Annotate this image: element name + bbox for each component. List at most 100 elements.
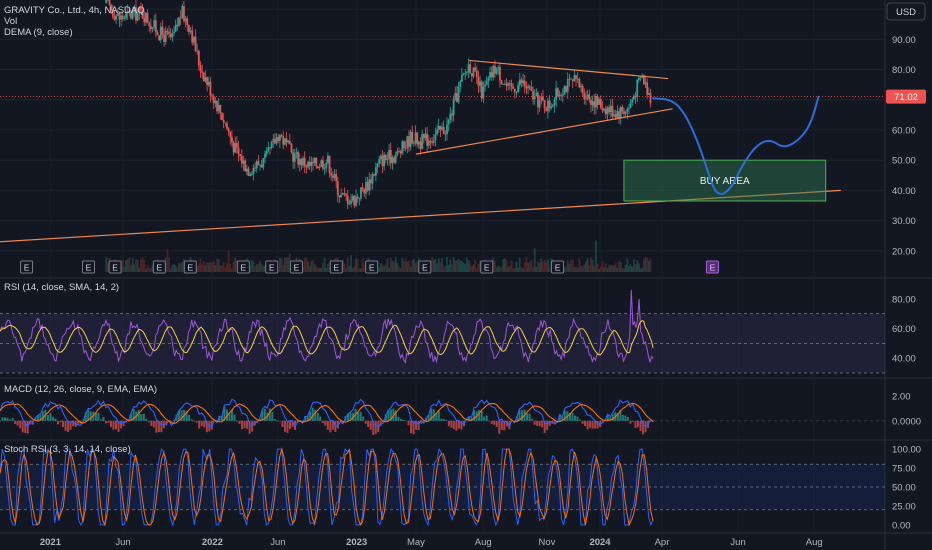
volume-bar — [515, 261, 518, 272]
candle-body — [145, 12, 147, 23]
volume-bar — [317, 267, 319, 272]
volume-bar — [318, 268, 321, 272]
earnings-label: E — [422, 263, 428, 273]
candle-body — [315, 157, 318, 167]
last-price-label: 71.02 — [894, 92, 918, 103]
volume-bar — [305, 257, 308, 272]
volume-bar — [262, 266, 265, 272]
dema-legend[interactable]: DEMA (9, close) — [4, 27, 73, 38]
macd-hist-bar — [114, 420, 117, 430]
candle-body — [285, 138, 288, 143]
volume-bar — [431, 257, 434, 272]
macd-hist-bar — [455, 420, 458, 431]
volume-bar — [179, 263, 182, 272]
candle-body — [320, 160, 323, 168]
volume-bar — [528, 261, 531, 272]
rsi-title[interactable]: RSI (14, close, SMA, 14, 2) — [4, 282, 119, 293]
candle-body — [446, 124, 448, 135]
volume-bar — [252, 261, 255, 272]
candle-body — [631, 99, 634, 103]
candle-body — [522, 80, 524, 84]
candle-body — [381, 155, 384, 167]
currency-button[interactable]: USD — [886, 2, 926, 21]
candle-body — [229, 131, 232, 138]
macd-hist-bar — [500, 420, 503, 431]
candle-body — [275, 137, 278, 144]
candle-body — [219, 104, 222, 114]
macd-hist-bar — [437, 410, 440, 421]
buy-area-zone[interactable]: BUY AREA — [623, 159, 827, 202]
macd-hist-bar — [6, 417, 9, 421]
macd-hist-bar — [528, 413, 531, 421]
candle-body — [336, 181, 339, 196]
candle-body — [216, 100, 218, 112]
candle-body — [492, 65, 495, 78]
candle-body — [422, 134, 425, 139]
candle-body — [214, 100, 217, 104]
macd-hist-bar — [442, 419, 445, 421]
candle-body — [244, 160, 247, 172]
candle-body — [267, 147, 270, 151]
macd-hist-bar — [483, 416, 486, 421]
volume-bar — [613, 265, 615, 272]
volume-bar — [452, 257, 455, 272]
candle-body — [188, 25, 190, 32]
candle-body — [508, 83, 511, 84]
volume-bar — [143, 259, 146, 272]
volume-bar — [125, 260, 127, 272]
candle-body — [518, 79, 521, 86]
volume-bar — [232, 261, 235, 272]
macd-hist-bar — [145, 418, 148, 421]
volume-bar — [227, 250, 230, 272]
macd-hist-bar — [621, 415, 624, 421]
macd-hist-bar — [1, 417, 4, 421]
candle-body — [274, 138, 276, 144]
volume-bar — [505, 259, 508, 272]
volume-legend[interactable]: Vol — [4, 16, 17, 27]
candle-body — [619, 107, 622, 118]
volume-bar — [307, 261, 309, 272]
volume-bar — [444, 265, 447, 272]
volume-bar — [401, 258, 404, 272]
candle-body — [331, 175, 334, 178]
volume-bar — [459, 260, 462, 272]
candle-body — [178, 17, 180, 26]
candle-body — [417, 141, 420, 145]
candle-body — [404, 147, 407, 149]
volume-bar — [106, 262, 109, 272]
candle-body — [356, 196, 359, 199]
volume-bar — [611, 264, 614, 272]
volume-bar — [575, 266, 577, 272]
candle-body — [452, 99, 455, 116]
candle-body — [495, 67, 498, 74]
candle-body — [585, 98, 587, 100]
volume-bar — [283, 257, 286, 272]
candle-body — [523, 80, 526, 87]
candle-body — [469, 64, 472, 74]
volume-bar — [642, 258, 645, 272]
earnings-label: E — [241, 263, 247, 273]
macd-title[interactable]: MACD (12, 26, close, 9, EMA, EMA) — [4, 384, 157, 395]
candle-body — [287, 140, 290, 143]
volume-bar — [178, 263, 180, 272]
volume-bar — [457, 259, 460, 272]
volume-bar — [204, 265, 207, 272]
candle-body — [439, 125, 442, 130]
volume-bar — [502, 259, 505, 272]
volume-bar — [447, 265, 450, 272]
volume-bar — [399, 267, 402, 272]
stoch-title[interactable]: Stoch RSI (3, 3, 14, 14, close) — [4, 444, 131, 455]
macd-hist-bar — [329, 420, 332, 433]
volume-bar — [538, 262, 541, 272]
macd-hist-bar — [19, 420, 22, 429]
symbol-title[interactable]: GRAVITY Co., Ltd., 4h, NASDAQ — [4, 5, 145, 16]
candle-body — [550, 106, 553, 109]
volume-bar — [441, 258, 443, 272]
volume-bar — [312, 260, 314, 272]
macd-hist-bar — [16, 420, 19, 426]
volume-bar — [432, 259, 435, 272]
candle-body — [575, 75, 577, 80]
candle-body — [442, 126, 445, 134]
candle-body — [485, 81, 488, 85]
candle-body — [120, 15, 122, 20]
